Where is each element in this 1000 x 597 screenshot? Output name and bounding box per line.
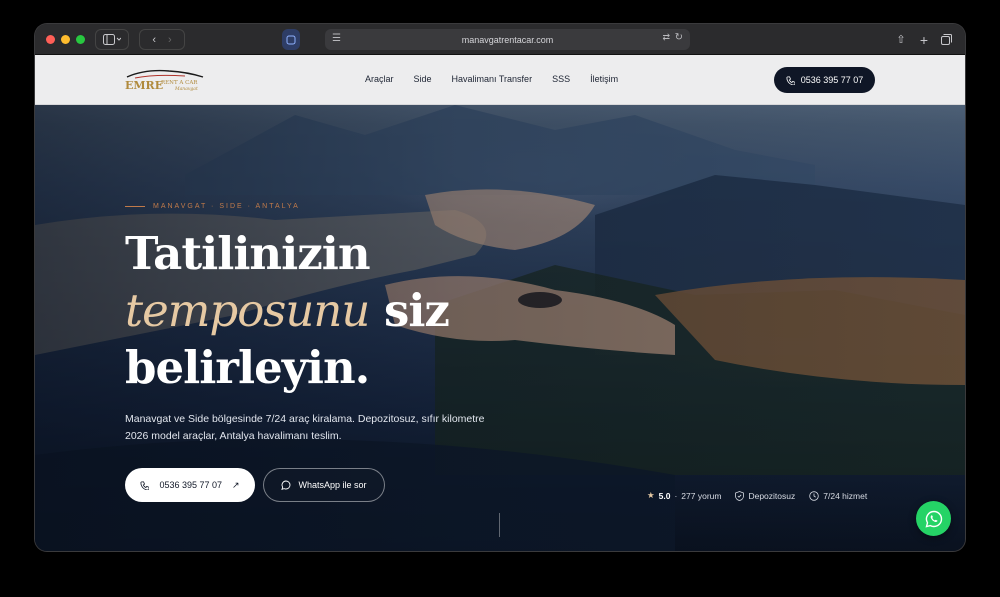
nav-link-iletisim[interactable]: İletişim [590, 74, 618, 84]
service-stat: 7/24 hizmet [809, 491, 867, 501]
headline-line-2-rest: siz [369, 284, 450, 337]
logo-name: EMRE [125, 79, 164, 92]
phone-icon [786, 75, 795, 85]
nav-link-side[interactable]: Side [414, 74, 432, 84]
arrow-up-right-icon: ↗ [232, 479, 240, 490]
chat-bubble-icon [281, 480, 291, 490]
history-nav: ‹ › [139, 29, 185, 50]
new-tab-button[interactable]: + [916, 29, 932, 50]
navbar-call-button[interactable]: 0536 395 77 07 [774, 67, 875, 93]
sidebar-toggle-button[interactable] [95, 29, 129, 50]
minimize-window-button[interactable] [61, 35, 70, 44]
scroll-indicator [499, 513, 500, 537]
nav-link-araclar[interactable]: Araçlar [365, 74, 394, 84]
browser-titlebar: ‹ › ☰ manavgatrentacar.com ⇄ ↻ ⇧ + [35, 24, 965, 55]
plus-icon: + [919, 31, 929, 48]
close-window-button[interactable] [46, 35, 55, 44]
logo-tag: RENT A CAR [161, 80, 198, 86]
eyebrow-text: MANAVGAT · SIDE · ANTALYA [153, 203, 300, 210]
share-button[interactable]: ⇧ [893, 29, 909, 50]
url-text: manavgatrentacar.com [461, 34, 554, 45]
whatsapp-floating-button[interactable] [916, 501, 951, 536]
sidebar-icon [103, 34, 121, 45]
shield-check-icon [735, 490, 745, 501]
tab-overview-button[interactable] [938, 29, 954, 50]
share-icon: ⇧ [896, 34, 906, 46]
address-bar[interactable]: ☰ manavgatrentacar.com ⇄ ↻ [325, 29, 690, 50]
reader-icon[interactable]: ☰ [332, 33, 341, 44]
headline-line-3: belirleyin. [125, 341, 370, 394]
zoom-window-button[interactable] [76, 35, 85, 44]
main-nav: Araçlar Side Havalimanı Transfer SSS İle… [365, 74, 618, 84]
navbar-phone-number: 0536 395 77 07 [800, 75, 864, 85]
deposit-label: Depozitosuz [748, 490, 796, 501]
page-viewport: EMRE RENT A CAR Manavgat Araçlar Side Ha… [35, 55, 965, 551]
reload-icon[interactable]: ↻ [675, 32, 683, 43]
clock-icon [809, 490, 819, 501]
phone-icon [140, 480, 150, 490]
window-controls [46, 35, 85, 44]
eyebrow-line [125, 206, 145, 207]
hero-stats: ★ 5.0 · 277 yorum Depozitosuz 7/24 hizme… [647, 490, 867, 501]
hero-headline: Tatilinizin temposunu siz belirleyin. [125, 225, 450, 396]
service-label: 7/24 hizmet [823, 490, 868, 501]
rating-stat: ★ 5.0 · 277 yorum [647, 490, 721, 501]
hero-call-button[interactable]: 0536 395 77 07 ↗ [125, 468, 255, 502]
extension-button[interactable] [282, 29, 300, 50]
nav-link-sss[interactable]: SSS [552, 74, 570, 84]
forward-icon[interactable]: › [168, 34, 172, 46]
rating-value: 5.0 [658, 490, 671, 501]
site-logo[interactable]: EMRE RENT A CAR Manavgat [125, 67, 207, 93]
headline-line-1: Tatilinizin [125, 227, 371, 280]
review-count: 277 yorum [681, 490, 722, 501]
dot-separator: · [674, 490, 678, 501]
hero-call-label: 0536 395 77 07 [159, 480, 222, 490]
back-icon[interactable]: ‹ [152, 34, 156, 46]
hero-subtext: Manavgat ve Side bölgesinde 7/24 araç ki… [125, 413, 485, 442]
hero-whatsapp-label: WhatsApp ile sor [298, 480, 367, 490]
translate-icon[interactable]: ⇄ [662, 32, 670, 43]
hero-eyebrow: MANAVGAT · SIDE · ANTALYA [125, 203, 300, 210]
hero-whatsapp-button[interactable]: WhatsApp ile sor [263, 468, 385, 502]
nav-link-havalimani-transfer[interactable]: Havalimanı Transfer [452, 74, 533, 84]
deposit-stat: Depozitosuz [735, 491, 795, 501]
whatsapp-icon [925, 510, 942, 527]
star-icon: ★ [647, 490, 655, 500]
browser-window: ‹ › ☰ manavgatrentacar.com ⇄ ↻ ⇧ + EMRE … [35, 24, 965, 551]
logo-script: Manavgat [175, 87, 198, 92]
headline-accent: temposunu [125, 284, 370, 337]
tabs-icon [940, 34, 952, 45]
site-navbar: EMRE RENT A CAR Manavgat Araçlar Side Ha… [35, 55, 965, 105]
extension-icon [286, 35, 296, 44]
